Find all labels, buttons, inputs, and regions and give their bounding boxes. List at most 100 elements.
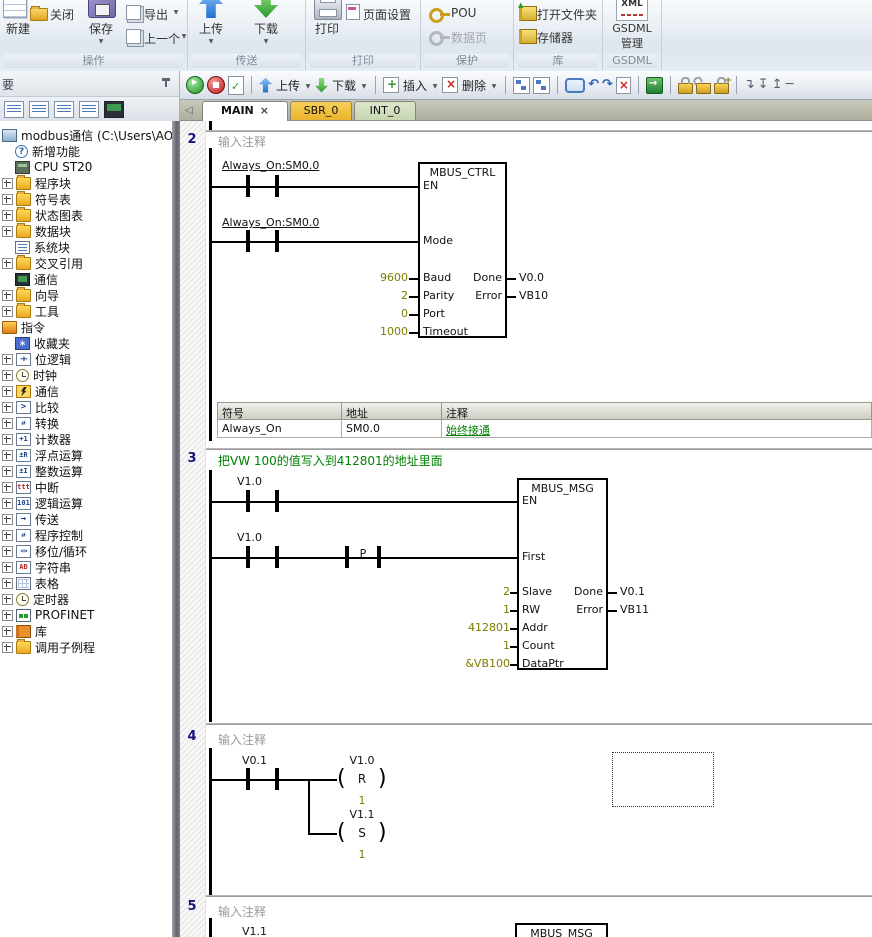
- param-value[interactable]: 1000: [328, 325, 408, 338]
- param-value[interactable]: 2: [328, 289, 408, 302]
- tree-item-program-control[interactable]: 程序控制: [0, 527, 172, 543]
- insert-branch-down-icon[interactable]: [744, 77, 755, 93]
- previous-button[interactable]: 上一个: [144, 30, 180, 47]
- contact-bar[interactable]: [246, 546, 250, 568]
- expand-icon[interactable]: [2, 354, 13, 365]
- tree-item-move[interactable]: 传送: [0, 511, 172, 527]
- param-value[interactable]: 412801: [422, 621, 510, 634]
- contact-operand[interactable]: V1.0: [237, 531, 262, 544]
- param-value[interactable]: 2: [422, 585, 510, 598]
- expand-icon[interactable]: [2, 370, 13, 381]
- upload-dropdown-icon[interactable]: [207, 38, 215, 46]
- insert-vertical-up-icon[interactable]: [772, 77, 783, 93]
- expand-icon[interactable]: [2, 466, 13, 477]
- contact-operand[interactable]: Always_On:SM0.0: [222, 159, 319, 172]
- pou-button[interactable]: POU: [451, 6, 476, 20]
- view-monitor-icon[interactable]: [104, 101, 124, 118]
- output-operand[interactable]: VB10: [519, 289, 548, 302]
- tree-item-system-block[interactable]: 系统块: [0, 239, 172, 255]
- coil-count[interactable]: 1: [342, 848, 382, 861]
- contact-operand[interactable]: V1.1: [242, 925, 267, 937]
- insert-dropdown-icon[interactable]: [431, 83, 439, 91]
- tab-int0[interactable]: INT_0: [354, 101, 416, 120]
- expand-icon[interactable]: [2, 562, 13, 573]
- tree-item-whats-new[interactable]: 新增功能: [0, 143, 172, 159]
- tree-item-library[interactable]: 库: [0, 623, 172, 639]
- insert-vertical-down-icon[interactable]: [758, 77, 769, 93]
- tree-item-wizard[interactable]: 向导: [0, 287, 172, 303]
- tree-item-tools[interactable]: 工具: [0, 303, 172, 319]
- expand-icon[interactable]: [2, 498, 13, 509]
- expand-icon[interactable]: [2, 578, 13, 589]
- mbus-msg-block[interactable]: MBUS_MSG EN First Slave RW Addr Count Da…: [517, 478, 608, 670]
- lock-open-icon[interactable]: [696, 83, 711, 94]
- reset-coil[interactable]: R: [344, 772, 380, 786]
- expand-icon[interactable]: [2, 210, 13, 221]
- insert-button[interactable]: 插入: [403, 77, 427, 94]
- insert-icon[interactable]: [383, 77, 399, 93]
- save-dropdown-icon[interactable]: [97, 38, 105, 46]
- contact-bar[interactable]: [246, 230, 250, 252]
- output-operand[interactable]: V0.0: [519, 271, 544, 284]
- coil-operand[interactable]: V1.1: [342, 808, 382, 821]
- expand-icon[interactable]: [2, 530, 13, 541]
- contact-bar[interactable]: [275, 230, 279, 252]
- delete-button[interactable]: 删除: [462, 77, 486, 94]
- tree-item-timer[interactable]: 定时器: [0, 591, 172, 607]
- tree-item-table[interactable]: 表格: [0, 575, 172, 591]
- coil-operand[interactable]: V1.0: [342, 754, 382, 767]
- param-value[interactable]: 9600: [328, 271, 408, 284]
- set-coil[interactable]: S: [344, 826, 380, 840]
- output-operand[interactable]: VB11: [620, 603, 649, 616]
- network-5-comment[interactable]: 输入注释: [218, 903, 266, 920]
- pin-icon[interactable]: [161, 78, 171, 88]
- param-value[interactable]: 1: [422, 639, 510, 652]
- output-operand[interactable]: V0.1: [620, 585, 645, 598]
- tab-close-icon[interactable]: [260, 104, 269, 117]
- expand-icon[interactable]: [2, 194, 13, 205]
- view-chart-icon[interactable]: [79, 101, 99, 118]
- tree-root-project[interactable]: modbus通信 (C:\Users\AOWID\: [0, 127, 172, 143]
- upload-toolbar-button[interactable]: 上传: [276, 77, 300, 94]
- tree-item-interrupt[interactable]: 中断: [0, 479, 172, 495]
- contact-bar[interactable]: [275, 175, 279, 197]
- tree-item-program-block[interactable]: 程序块: [0, 175, 172, 191]
- contact-operand[interactable]: V0.1: [242, 754, 267, 767]
- upload-button[interactable]: 上传: [188, 20, 234, 37]
- tree-item-communication[interactable]: 通信: [0, 271, 172, 287]
- lock-add-icon[interactable]: [714, 83, 729, 94]
- tree-item-bit-logic[interactable]: 位逻辑: [0, 351, 172, 367]
- new-button[interactable]: 新建: [0, 20, 40, 37]
- expand-icon[interactable]: [2, 626, 13, 637]
- network-2-comment[interactable]: 输入注释: [218, 133, 266, 150]
- lock-closed-icon[interactable]: [678, 83, 693, 94]
- export-dropdown-icon[interactable]: [172, 9, 180, 17]
- expand-icon[interactable]: [2, 258, 13, 269]
- contact-bar[interactable]: [246, 490, 250, 512]
- upload-toolbar-icon[interactable]: [259, 78, 272, 93]
- expand-icon[interactable]: [2, 306, 13, 317]
- tree-item-string[interactable]: 字符串: [0, 559, 172, 575]
- tree-item-integer-math[interactable]: 整数运算: [0, 463, 172, 479]
- param-value[interactable]: 1: [422, 603, 510, 616]
- contact-operand[interactable]: Always_On:SM0.0: [222, 216, 319, 229]
- tree-item-status-chart[interactable]: 状态图表: [0, 207, 172, 223]
- expand-icon[interactable]: [2, 386, 13, 397]
- edge-contact-bar[interactable]: [345, 546, 349, 568]
- gsdml-button-line2[interactable]: 管理: [605, 35, 659, 51]
- bookmark-next-icon[interactable]: [602, 77, 613, 93]
- param-value[interactable]: &VB100: [422, 657, 510, 670]
- expand-icon[interactable]: [2, 546, 13, 557]
- expand-icon[interactable]: [2, 178, 13, 189]
- print-button[interactable]: 打印: [304, 20, 350, 37]
- download-toolbar-icon[interactable]: [315, 78, 328, 93]
- tree-item-logic-ops[interactable]: 逻辑运算: [0, 495, 172, 511]
- page-setup-button[interactable]: 页面设置: [363, 6, 411, 23]
- tree-item-symbol-table[interactable]: 符号表: [0, 191, 172, 207]
- expand-icon[interactable]: [2, 402, 13, 413]
- compile-button[interactable]: [228, 76, 244, 95]
- expand-icon[interactable]: [2, 450, 13, 461]
- expand-icon[interactable]: [2, 434, 13, 445]
- close-button[interactable]: 关闭: [50, 6, 74, 23]
- expand-icon[interactable]: [2, 594, 13, 605]
